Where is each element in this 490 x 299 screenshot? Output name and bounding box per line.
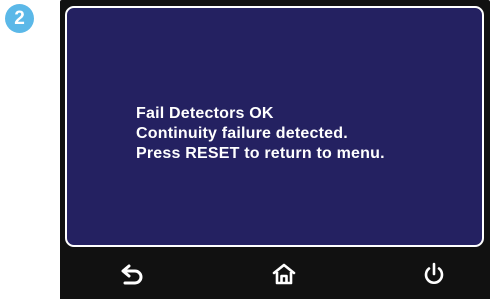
device-display: Fail Detectors OK Continuity failure det… — [60, 0, 490, 299]
stage: 2 Fail Detectors OK Continuity failure d… — [0, 0, 490, 299]
bottom-navigation-bar — [60, 249, 490, 299]
back-button[interactable] — [115, 256, 151, 292]
status-message: Fail Detectors OK Continuity failure det… — [136, 104, 385, 164]
message-line-3: Press RESET to return to menu. — [136, 145, 385, 162]
back-arrow-icon — [120, 261, 146, 287]
display-screen: Fail Detectors OK Continuity failure det… — [65, 6, 484, 247]
step-number-badge: 2 — [5, 4, 34, 33]
home-icon — [271, 261, 297, 287]
power-icon — [421, 261, 447, 287]
home-button[interactable] — [266, 256, 302, 292]
message-line-2: Continuity failure detected. — [136, 125, 348, 142]
message-line-1: Fail Detectors OK — [136, 105, 274, 122]
power-button[interactable] — [416, 256, 452, 292]
